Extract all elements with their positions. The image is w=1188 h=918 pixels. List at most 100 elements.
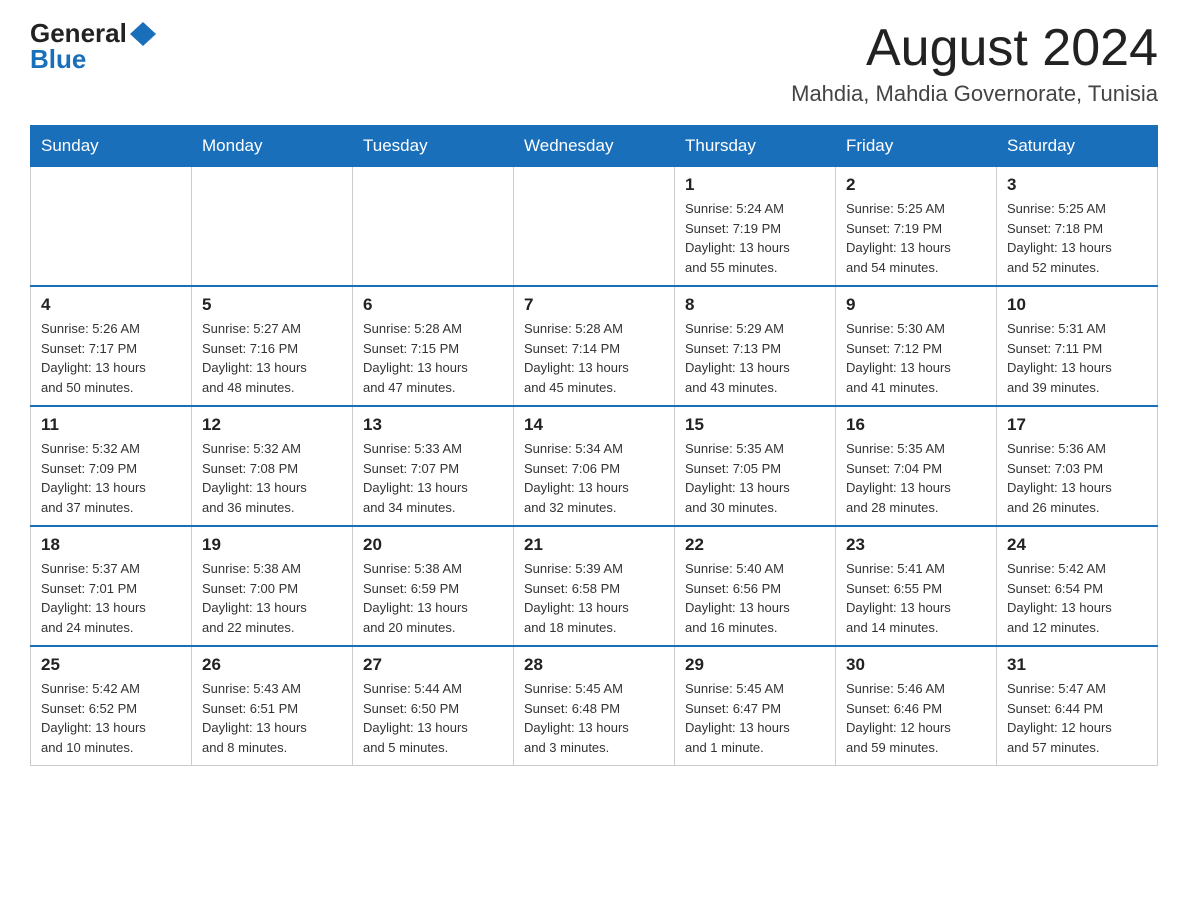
day-number: 6	[363, 295, 503, 315]
calendar-cell: 24 Sunrise: 5:42 AMSunset: 6:54 PMDayligh…	[997, 526, 1158, 646]
day-number: 19	[202, 535, 342, 555]
calendar-cell: 6 Sunrise: 5:28 AMSunset: 7:15 PMDaylight…	[353, 286, 514, 406]
calendar-cell: 18Sunrise: 5:37 AMSunset: 7:01 PMDayligh…	[31, 526, 192, 646]
day-info: Sunrise: 5:45 AMSunset: 6:47 PMDaylight:…	[685, 679, 825, 757]
day-header-friday: Friday	[836, 126, 997, 167]
day-info: Sunrise: 5:40 AMSunset: 6:56 PMDaylight:…	[685, 559, 825, 637]
day-header-sunday: Sunday	[31, 126, 192, 167]
day-info: Sunrise: 5:36 AMSunset: 7:03 PMDaylight:…	[1007, 439, 1147, 517]
calendar-cell: 3 Sunrise: 5:25 AMSunset: 7:18 PMDaylight…	[997, 167, 1158, 287]
calendar-cell	[31, 167, 192, 287]
day-info: Sunrise: 5:38 AMSunset: 7:00 PMDaylight:…	[202, 559, 342, 637]
month-title: August 2024	[791, 20, 1158, 77]
week-row-2: 4Sunrise: 5:26 AMSunset: 7:17 PMDaylight…	[31, 286, 1158, 406]
calendar-cell: 19 Sunrise: 5:38 AMSunset: 7:00 PMDayligh…	[192, 526, 353, 646]
day-info: Sunrise: 5:46 AMSunset: 6:46 PMDaylight:…	[846, 679, 986, 757]
calendar-cell: 1Sunrise: 5:24 AMSunset: 7:19 PMDaylight…	[675, 167, 836, 287]
calendar-cell: 26 Sunrise: 5:43 AMSunset: 6:51 PMDayligh…	[192, 646, 353, 766]
day-info: Sunrise: 5:41 AMSunset: 6:55 PMDaylight:…	[846, 559, 986, 637]
day-info: Sunrise: 5:32 AMSunset: 7:09 PMDaylight:…	[41, 439, 181, 517]
calendar-cell: 31 Sunrise: 5:47 AMSunset: 6:44 PMDayligh…	[997, 646, 1158, 766]
calendar-cell: 17 Sunrise: 5:36 AMSunset: 7:03 PMDayligh…	[997, 406, 1158, 526]
day-number: 10	[1007, 295, 1147, 315]
day-info: Sunrise: 5:47 AMSunset: 6:44 PMDaylight:…	[1007, 679, 1147, 757]
week-row-4: 18Sunrise: 5:37 AMSunset: 7:01 PMDayligh…	[31, 526, 1158, 646]
logo: General Blue	[30, 20, 156, 72]
day-info: Sunrise: 5:42 AMSunset: 6:54 PMDaylight:…	[1007, 559, 1147, 637]
page-header: General Blue August 2024 Mahdia, Mahdia …	[30, 20, 1158, 107]
day-info: Sunrise: 5:34 AMSunset: 7:06 PMDaylight:…	[524, 439, 664, 517]
day-info: Sunrise: 5:43 AMSunset: 6:51 PMDaylight:…	[202, 679, 342, 757]
calendar-cell: 10 Sunrise: 5:31 AMSunset: 7:11 PMDayligh…	[997, 286, 1158, 406]
day-number: 16	[846, 415, 986, 435]
day-header-thursday: Thursday	[675, 126, 836, 167]
day-number: 27	[363, 655, 503, 675]
calendar-cell: 14 Sunrise: 5:34 AMSunset: 7:06 PMDayligh…	[514, 406, 675, 526]
day-number: 9	[846, 295, 986, 315]
day-header-monday: Monday	[192, 126, 353, 167]
day-info: Sunrise: 5:25 AMSunset: 7:18 PMDaylight:…	[1007, 199, 1147, 277]
day-number: 20	[363, 535, 503, 555]
calendar-cell: 15 Sunrise: 5:35 AMSunset: 7:05 PMDayligh…	[675, 406, 836, 526]
day-number: 5	[202, 295, 342, 315]
calendar-cell: 20Sunrise: 5:38 AMSunset: 6:59 PMDayligh…	[353, 526, 514, 646]
day-info: Sunrise: 5:44 AMSunset: 6:50 PMDaylight:…	[363, 679, 503, 757]
day-info: Sunrise: 5:42 AMSunset: 6:52 PMDaylight:…	[41, 679, 181, 757]
calendar-cell: 27 Sunrise: 5:44 AMSunset: 6:50 PMDayligh…	[353, 646, 514, 766]
logo-blue-text: Blue	[30, 44, 86, 74]
calendar-cell: 12Sunrise: 5:32 AMSunset: 7:08 PMDayligh…	[192, 406, 353, 526]
day-number: 23	[846, 535, 986, 555]
day-number: 21	[524, 535, 664, 555]
location-title: Mahdia, Mahdia Governorate, Tunisia	[791, 81, 1158, 107]
week-row-3: 11Sunrise: 5:32 AMSunset: 7:09 PMDayligh…	[31, 406, 1158, 526]
day-number: 13	[363, 415, 503, 435]
day-info: Sunrise: 5:27 AMSunset: 7:16 PMDaylight:…	[202, 319, 342, 397]
day-info: Sunrise: 5:28 AMSunset: 7:14 PMDaylight:…	[524, 319, 664, 397]
day-number: 25	[41, 655, 181, 675]
logo-general-text: General	[30, 20, 127, 46]
day-info: Sunrise: 5:24 AMSunset: 7:19 PMDaylight:…	[685, 199, 825, 277]
day-number: 31	[1007, 655, 1147, 675]
calendar-cell: 7Sunrise: 5:28 AMSunset: 7:14 PMDaylight…	[514, 286, 675, 406]
calendar-cell	[353, 167, 514, 287]
calendar-cell: 22Sunrise: 5:40 AMSunset: 6:56 PMDayligh…	[675, 526, 836, 646]
day-number: 30	[846, 655, 986, 675]
day-info: Sunrise: 5:35 AMSunset: 7:04 PMDaylight:…	[846, 439, 986, 517]
calendar-table: SundayMondayTuesdayWednesdayThursdayFrid…	[30, 125, 1158, 766]
day-info: Sunrise: 5:30 AMSunset: 7:12 PMDaylight:…	[846, 319, 986, 397]
day-info: Sunrise: 5:37 AMSunset: 7:01 PMDaylight:…	[41, 559, 181, 637]
day-info: Sunrise: 5:45 AMSunset: 6:48 PMDaylight:…	[524, 679, 664, 757]
day-info: Sunrise: 5:32 AMSunset: 7:08 PMDaylight:…	[202, 439, 342, 517]
day-number: 24	[1007, 535, 1147, 555]
calendar-cell: 23 Sunrise: 5:41 AMSunset: 6:55 PMDayligh…	[836, 526, 997, 646]
day-number: 29	[685, 655, 825, 675]
day-info: Sunrise: 5:28 AMSunset: 7:15 PMDaylight:…	[363, 319, 503, 397]
calendar-cell	[192, 167, 353, 287]
calendar-cell: 5 Sunrise: 5:27 AMSunset: 7:16 PMDaylight…	[192, 286, 353, 406]
calendar-cell	[514, 167, 675, 287]
calendar-cell: 2Sunrise: 5:25 AMSunset: 7:19 PMDaylight…	[836, 167, 997, 287]
day-number: 14	[524, 415, 664, 435]
week-row-1: 1Sunrise: 5:24 AMSunset: 7:19 PMDaylight…	[31, 167, 1158, 287]
calendar-cell: 28 Sunrise: 5:45 AMSunset: 6:48 PMDayligh…	[514, 646, 675, 766]
day-number: 28	[524, 655, 664, 675]
calendar-cell: 4Sunrise: 5:26 AMSunset: 7:17 PMDaylight…	[31, 286, 192, 406]
calendar-header-row: SundayMondayTuesdayWednesdayThursdayFrid…	[31, 126, 1158, 167]
day-number: 3	[1007, 175, 1147, 195]
day-number: 26	[202, 655, 342, 675]
day-info: Sunrise: 5:29 AMSunset: 7:13 PMDaylight:…	[685, 319, 825, 397]
day-number: 2	[846, 175, 986, 195]
day-info: Sunrise: 5:35 AMSunset: 7:05 PMDaylight:…	[685, 439, 825, 517]
day-info: Sunrise: 5:39 AMSunset: 6:58 PMDaylight:…	[524, 559, 664, 637]
calendar-cell: 11Sunrise: 5:32 AMSunset: 7:09 PMDayligh…	[31, 406, 192, 526]
calendar-cell: 21 Sunrise: 5:39 AMSunset: 6:58 PMDayligh…	[514, 526, 675, 646]
day-number: 17	[1007, 415, 1147, 435]
calendar-cell: 29 Sunrise: 5:45 AMSunset: 6:47 PMDayligh…	[675, 646, 836, 766]
day-number: 15	[685, 415, 825, 435]
day-info: Sunrise: 5:26 AMSunset: 7:17 PMDaylight:…	[41, 319, 181, 397]
calendar-cell: 16 Sunrise: 5:35 AMSunset: 7:04 PMDayligh…	[836, 406, 997, 526]
day-info: Sunrise: 5:31 AMSunset: 7:11 PMDaylight:…	[1007, 319, 1147, 397]
day-header-tuesday: Tuesday	[353, 126, 514, 167]
day-info: Sunrise: 5:33 AMSunset: 7:07 PMDaylight:…	[363, 439, 503, 517]
day-number: 8	[685, 295, 825, 315]
